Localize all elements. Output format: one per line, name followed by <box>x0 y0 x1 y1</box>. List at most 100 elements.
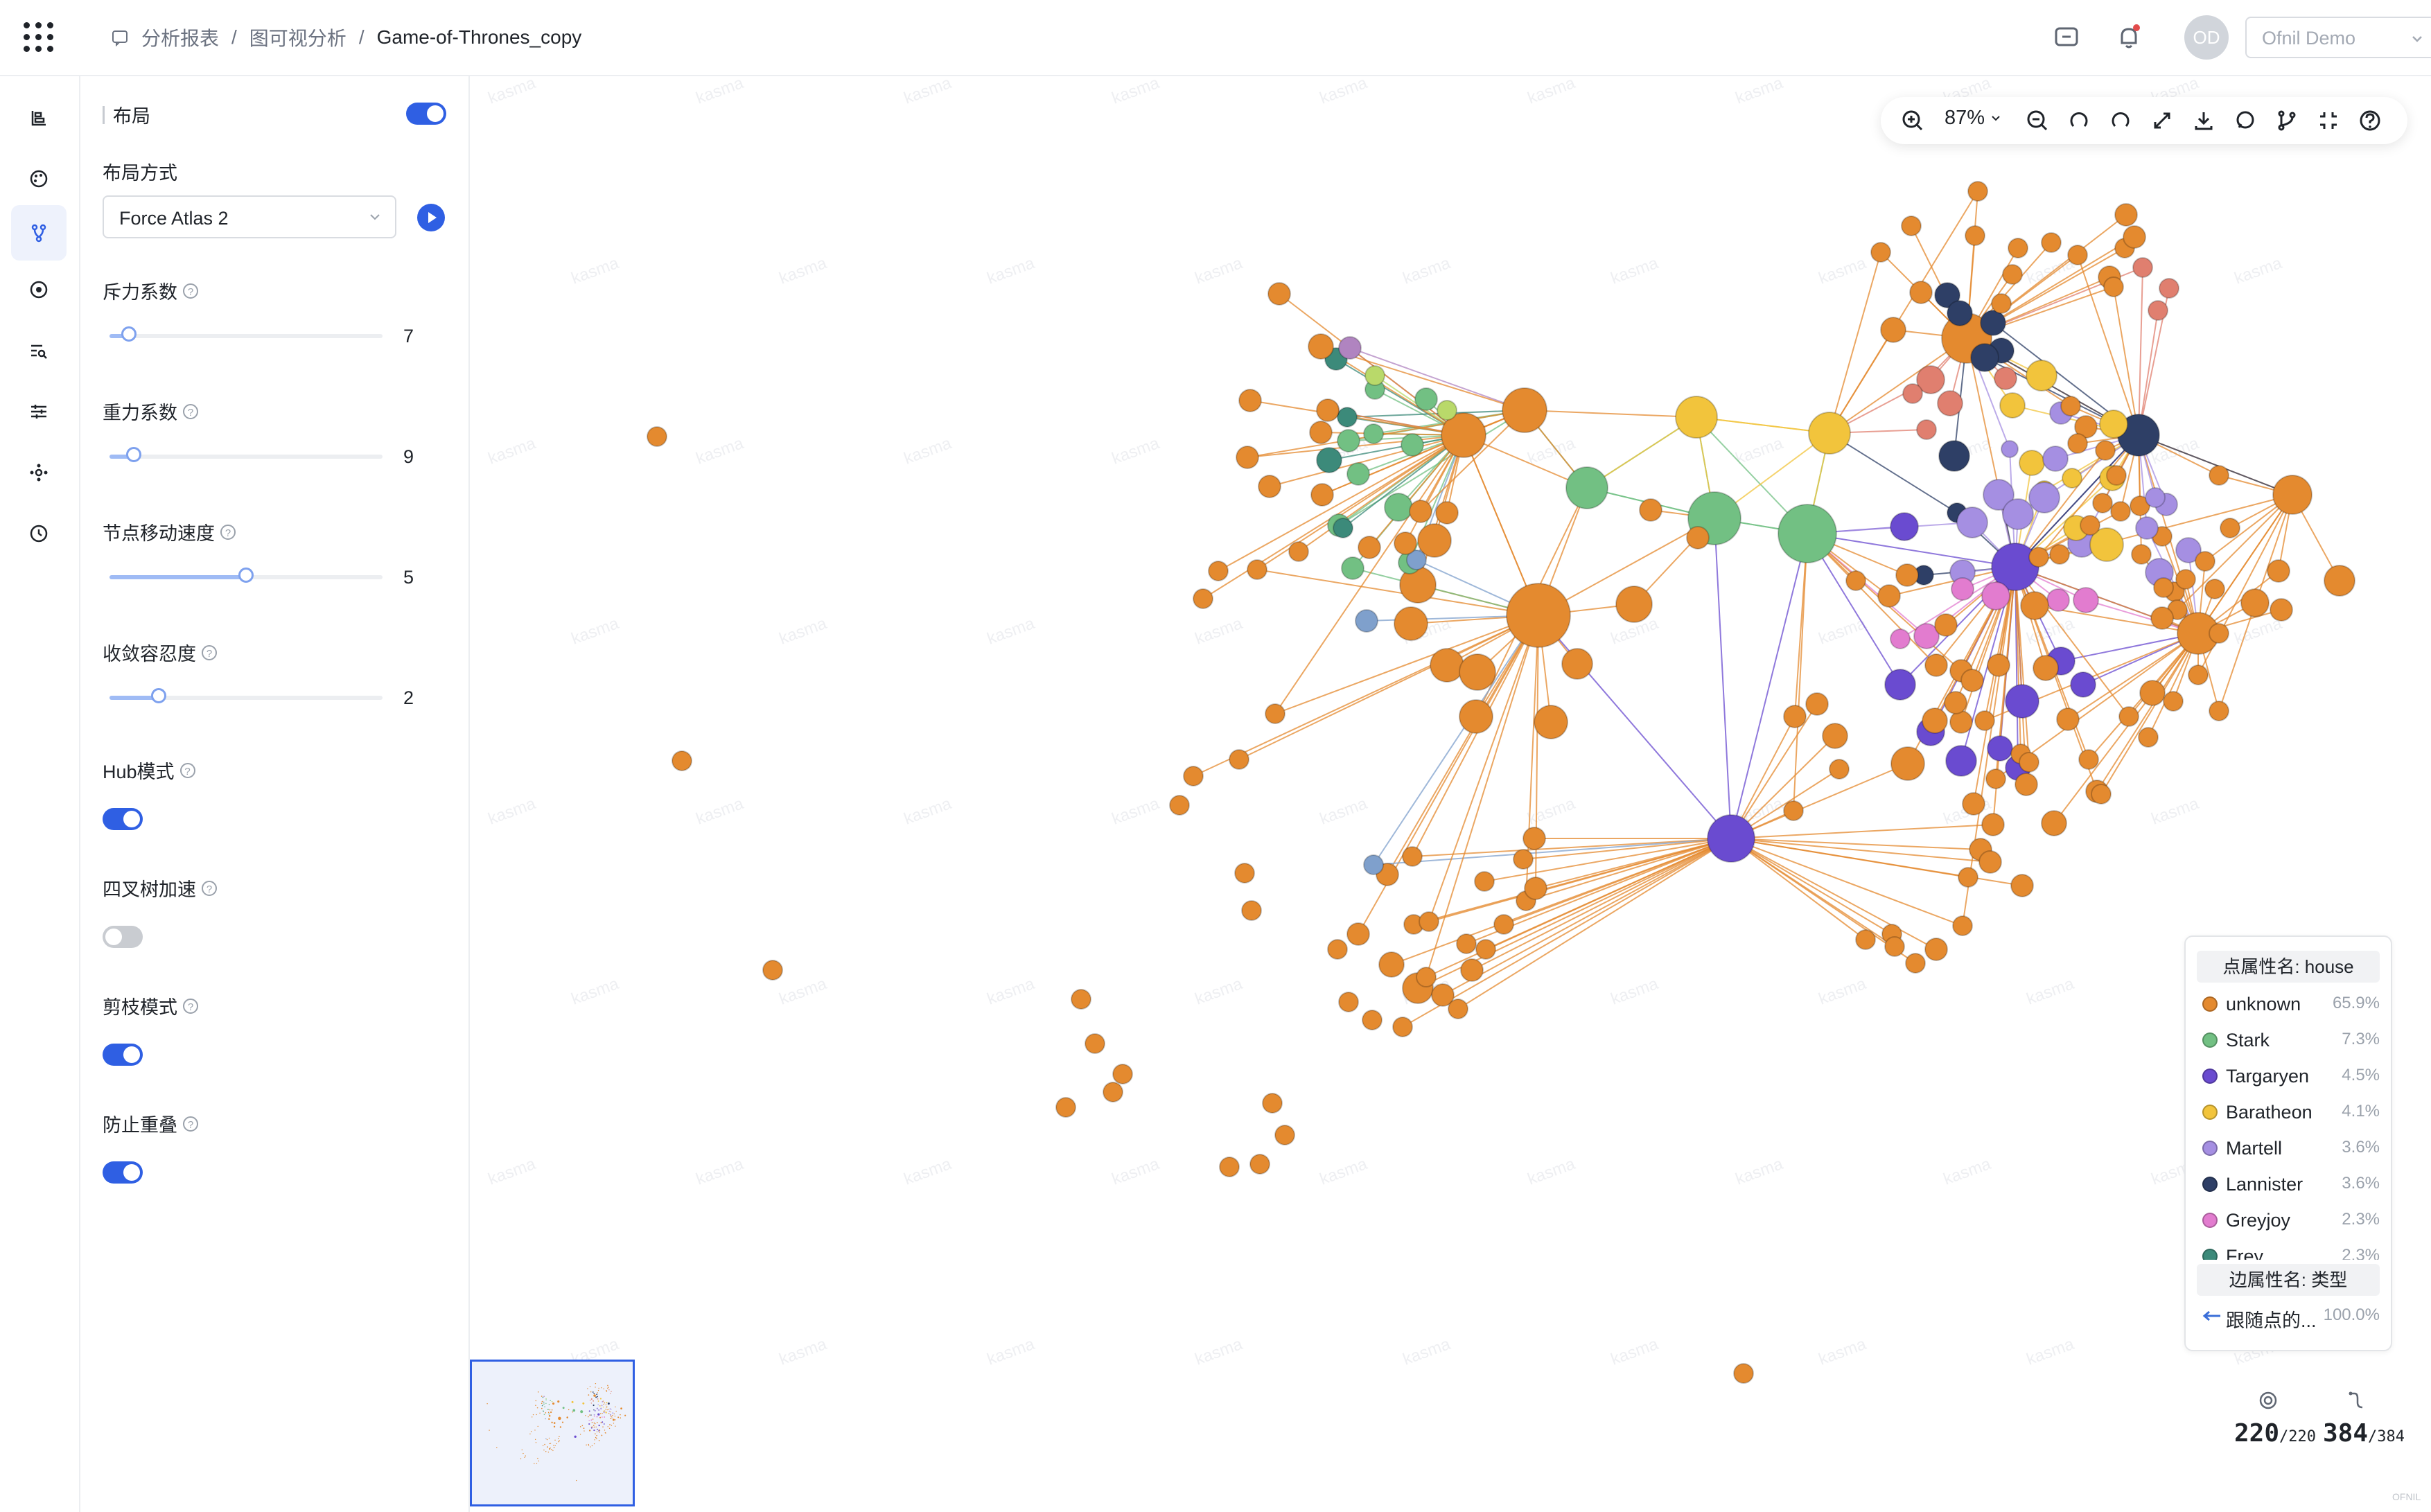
graph-edge[interactable] <box>1442 838 1732 996</box>
help-icon[interactable]: ? <box>220 524 236 540</box>
graph-node[interactable] <box>672 750 692 771</box>
legend-item[interactable]: Targaryen 4.5% <box>2202 1062 2380 1089</box>
graph-node[interactable] <box>1905 953 1926 974</box>
graph-node[interactable] <box>1822 723 1848 749</box>
graph-node[interactable] <box>1902 383 1923 404</box>
legend-item[interactable]: Baratheon 4.1% <box>2202 1098 2380 1125</box>
graph-node[interactable] <box>1346 462 1370 486</box>
graph-node[interactable] <box>1985 768 2006 789</box>
graph-node[interactable] <box>1994 367 2017 390</box>
graph-node[interactable] <box>2095 440 2116 461</box>
graph-node[interactable] <box>1987 735 2013 762</box>
graph-node[interactable] <box>1247 559 1267 580</box>
graph-node[interactable] <box>1924 653 1948 677</box>
fullscreen-icon[interactable] <box>2315 107 2342 134</box>
graph-node[interactable] <box>1234 863 1255 884</box>
graph-node[interactable] <box>1615 586 1653 623</box>
graph-node[interactable] <box>647 426 667 447</box>
graph-node[interactable] <box>1502 387 1547 433</box>
graph-node[interactable] <box>1238 389 1262 412</box>
graph-node[interactable] <box>1435 501 1459 525</box>
rail-item-history[interactable] <box>11 506 67 561</box>
graph-node[interactable] <box>1341 556 1364 580</box>
graph-node[interactable] <box>1805 692 1829 716</box>
graph-node[interactable] <box>2204 579 2225 599</box>
graph-node[interactable] <box>1229 749 1249 770</box>
graph-node[interactable] <box>1960 669 1984 692</box>
graph-node[interactable] <box>1363 854 1384 875</box>
graph-node[interactable] <box>1952 915 1973 936</box>
graph-node[interactable] <box>1522 827 1546 850</box>
graph-edge[interactable] <box>1730 838 1963 926</box>
breadcrumb-item-reports[interactable]: 分析报表 <box>141 24 219 51</box>
graph-node[interactable] <box>1958 867 1978 888</box>
graph-node[interactable] <box>1401 433 1424 457</box>
graph-node[interactable] <box>1524 877 1547 900</box>
graph-node[interactable] <box>2015 773 2038 796</box>
graph-node[interactable] <box>2131 544 2152 565</box>
graph-node[interactable] <box>2195 551 2215 572</box>
graph-edge[interactable] <box>1730 838 1893 935</box>
graph-node[interactable] <box>1870 242 1891 263</box>
zoom-out-icon[interactable] <box>2024 107 2051 134</box>
graph-node[interactable] <box>2041 232 2062 253</box>
graph-node[interactable] <box>1193 588 1213 609</box>
graph-node[interactable] <box>2067 245 2088 265</box>
graph-node[interactable] <box>2033 655 2059 681</box>
graph-node[interactable] <box>1402 846 1423 867</box>
graph-node[interactable] <box>1258 475 1281 498</box>
graph-node[interactable] <box>1310 483 1334 507</box>
graph-node[interactable] <box>1880 317 1906 343</box>
graph-node[interactable] <box>2106 465 2127 486</box>
graph-node[interactable] <box>1965 225 1985 246</box>
graph-node[interactable] <box>2092 493 2113 513</box>
legend-item[interactable]: Martell 3.6% <box>2202 1134 2380 1161</box>
graph-node[interactable] <box>2150 606 2174 630</box>
graph-node[interactable] <box>1962 792 1985 816</box>
legend-item[interactable]: Lannister 3.6% <box>2202 1170 2380 1197</box>
graph-node[interactable] <box>1987 653 2010 677</box>
rail-item-filter[interactable] <box>11 384 67 439</box>
graph-edge[interactable] <box>2096 633 2199 792</box>
graph-node[interactable] <box>1895 563 1919 587</box>
graph-node[interactable] <box>1474 871 1495 892</box>
graph-node[interactable] <box>2028 482 2060 513</box>
graph-node[interactable] <box>1414 387 1438 411</box>
graph-node[interactable] <box>1639 498 1662 522</box>
run-layout-button[interactable] <box>417 204 445 231</box>
graph-node[interactable] <box>1055 1097 1076 1118</box>
breadcrumb-item-graph-analysis[interactable]: 图可视分析 <box>249 24 346 51</box>
graph-node[interactable] <box>2148 300 2168 321</box>
graph-node[interactable] <box>2020 591 2049 620</box>
graph-edge[interactable] <box>1730 824 1994 839</box>
graph-node[interactable] <box>1394 606 1428 641</box>
graph-node[interactable] <box>1169 795 1190 816</box>
graph-node[interactable] <box>2114 203 2138 227</box>
graph-node[interactable] <box>1364 365 1385 386</box>
download-icon[interactable] <box>2190 107 2218 134</box>
overlap-toggle[interactable] <box>103 1161 143 1184</box>
graph-node[interactable] <box>1362 1010 1383 1030</box>
help-icon[interactable]: ? <box>202 644 217 660</box>
slider-thumb[interactable] <box>121 326 137 342</box>
git-branch-icon[interactable] <box>2273 107 2301 134</box>
graph-node[interactable] <box>2041 810 2067 836</box>
comment-icon[interactable] <box>2231 107 2259 134</box>
graph-node[interactable] <box>1890 512 1919 541</box>
graph-node[interactable] <box>1274 1125 1295 1145</box>
graph-node[interactable] <box>1949 710 1973 734</box>
tolerance-slider[interactable] <box>109 688 383 703</box>
graph-node[interactable] <box>1241 900 1262 921</box>
graph-edge[interactable] <box>1524 410 1697 418</box>
graph-edge[interactable] <box>1279 293 1464 436</box>
graph-node[interactable] <box>1358 536 1381 559</box>
graph-node[interactable] <box>2267 559 2290 583</box>
graph-node[interactable] <box>2042 446 2069 472</box>
graph-node[interactable] <box>1288 541 1309 562</box>
help-icon[interactable]: ? <box>183 283 198 299</box>
graph-node[interactable] <box>2209 465 2229 486</box>
graph-node[interactable] <box>1338 336 1362 360</box>
graph-svg[interactable]: kasma kasma kasma kasma kasma kasma kasma kasma… <box>470 76 2431 1512</box>
graph-node[interactable] <box>2220 518 2240 538</box>
graph-node[interactable] <box>2019 752 2039 773</box>
